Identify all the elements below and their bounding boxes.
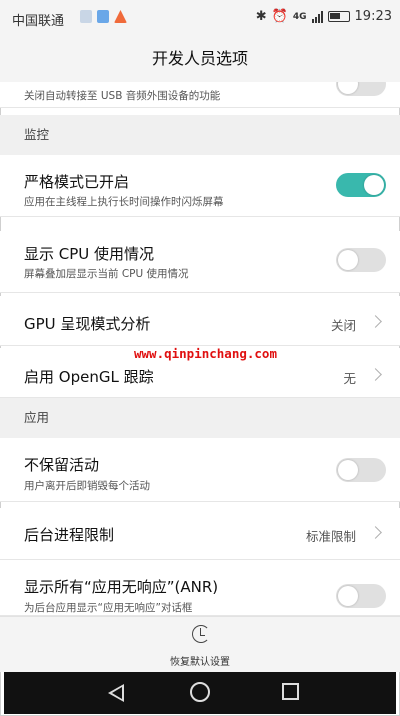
show-all-anr-toggle[interactable] bbox=[336, 584, 386, 608]
dont-keep-activities-row[interactable]: 不保留活动 用户离开后即销毁每个活动 bbox=[0, 438, 400, 502]
row-value: 无 bbox=[343, 371, 356, 386]
strict-mode-row[interactable]: 严格模式已开启 应用在主线程上执行长时间操作时闪烁屏幕 bbox=[0, 155, 400, 217]
chevron-right-icon bbox=[369, 368, 382, 381]
recents-icon[interactable] bbox=[282, 683, 299, 700]
notification-icons bbox=[80, 10, 127, 23]
row-title: 显示 CPU 使用情况 bbox=[24, 245, 155, 263]
show-all-anr-row[interactable]: 显示所有“应用无响应”(ANR) 为后台应用显示“应用无响应”对话框 bbox=[0, 560, 400, 616]
notification-icon bbox=[80, 10, 92, 23]
row-value: 标准限制 bbox=[305, 529, 356, 544]
background-process-limit-row[interactable]: 后台进程限制 标准限制 bbox=[0, 508, 400, 560]
navigation-bar bbox=[4, 672, 396, 714]
status-indicators: ✱ ⏰ 4G 19:23 bbox=[256, 9, 392, 24]
row-title: 严格模式已开启 bbox=[24, 173, 130, 191]
usb-audio-routing-row[interactable]: 关闭自动转接至 USB 音频外围设备的功能 bbox=[0, 82, 400, 108]
row-subtitle: 屏幕叠加层显示当前 CPU 使用情况 bbox=[24, 268, 189, 280]
notification-icon bbox=[97, 10, 109, 23]
network-type: 4G bbox=[292, 11, 307, 22]
signal-icon bbox=[311, 10, 323, 23]
reset-defaults-label: 恢复默认设置 bbox=[170, 657, 230, 668]
reset-icon bbox=[192, 625, 210, 643]
clock: 19:23 bbox=[354, 9, 392, 24]
home-icon[interactable] bbox=[190, 682, 210, 702]
carrier-name: 中国联通 bbox=[12, 14, 65, 29]
section-header-monitoring: 监控 bbox=[0, 115, 400, 155]
row-title: GPU 呈现模式分析 bbox=[24, 315, 151, 333]
row-subtitle: 为后台应用显示“应用无响应”对话框 bbox=[24, 602, 193, 614]
page-title: 开发人员选项 bbox=[0, 36, 400, 82]
alarm-icon: ⏰ bbox=[271, 9, 288, 24]
strict-mode-toggle[interactable] bbox=[336, 173, 386, 197]
status-bar: 中国联通 ✱ ⏰ 4G 19:23 bbox=[0, 0, 400, 36]
chevron-right-icon bbox=[369, 315, 382, 328]
row-title: 后台进程限制 bbox=[24, 526, 115, 544]
section-header-apps: 应用 bbox=[0, 398, 400, 438]
dont-keep-activities-toggle[interactable] bbox=[336, 458, 386, 482]
row-subtitle: 应用在主线程上执行长时间操作时闪烁屏幕 bbox=[24, 196, 224, 208]
reset-defaults-button[interactable]: 恢复默认设置 bbox=[0, 616, 400, 672]
gpu-profiling-row[interactable]: GPU 呈现模式分析 关闭 bbox=[0, 296, 400, 346]
bluetooth-icon: ✱ bbox=[255, 9, 267, 24]
back-icon[interactable] bbox=[108, 684, 124, 702]
usb-audio-routing-toggle[interactable] bbox=[336, 82, 386, 96]
watermark-text: www.qinpinchang.com bbox=[132, 346, 279, 361]
row-title: 启用 OpenGL 跟踪 bbox=[24, 368, 154, 386]
row-title: 显示所有“应用无响应”(ANR) bbox=[24, 578, 219, 596]
cpu-usage-toggle[interactable] bbox=[336, 248, 386, 272]
chevron-right-icon bbox=[369, 526, 382, 539]
battery-icon bbox=[327, 11, 350, 22]
notification-icon bbox=[114, 10, 127, 23]
row-subtitle: 关闭自动转接至 USB 音频外围设备的功能 bbox=[24, 90, 221, 102]
row-subtitle: 用户离开后即销毁每个活动 bbox=[24, 480, 150, 492]
cpu-usage-row[interactable]: 显示 CPU 使用情况 屏幕叠加层显示当前 CPU 使用情况 bbox=[0, 231, 400, 293]
row-value: 关闭 bbox=[330, 318, 356, 333]
row-title: 不保留活动 bbox=[24, 456, 100, 474]
